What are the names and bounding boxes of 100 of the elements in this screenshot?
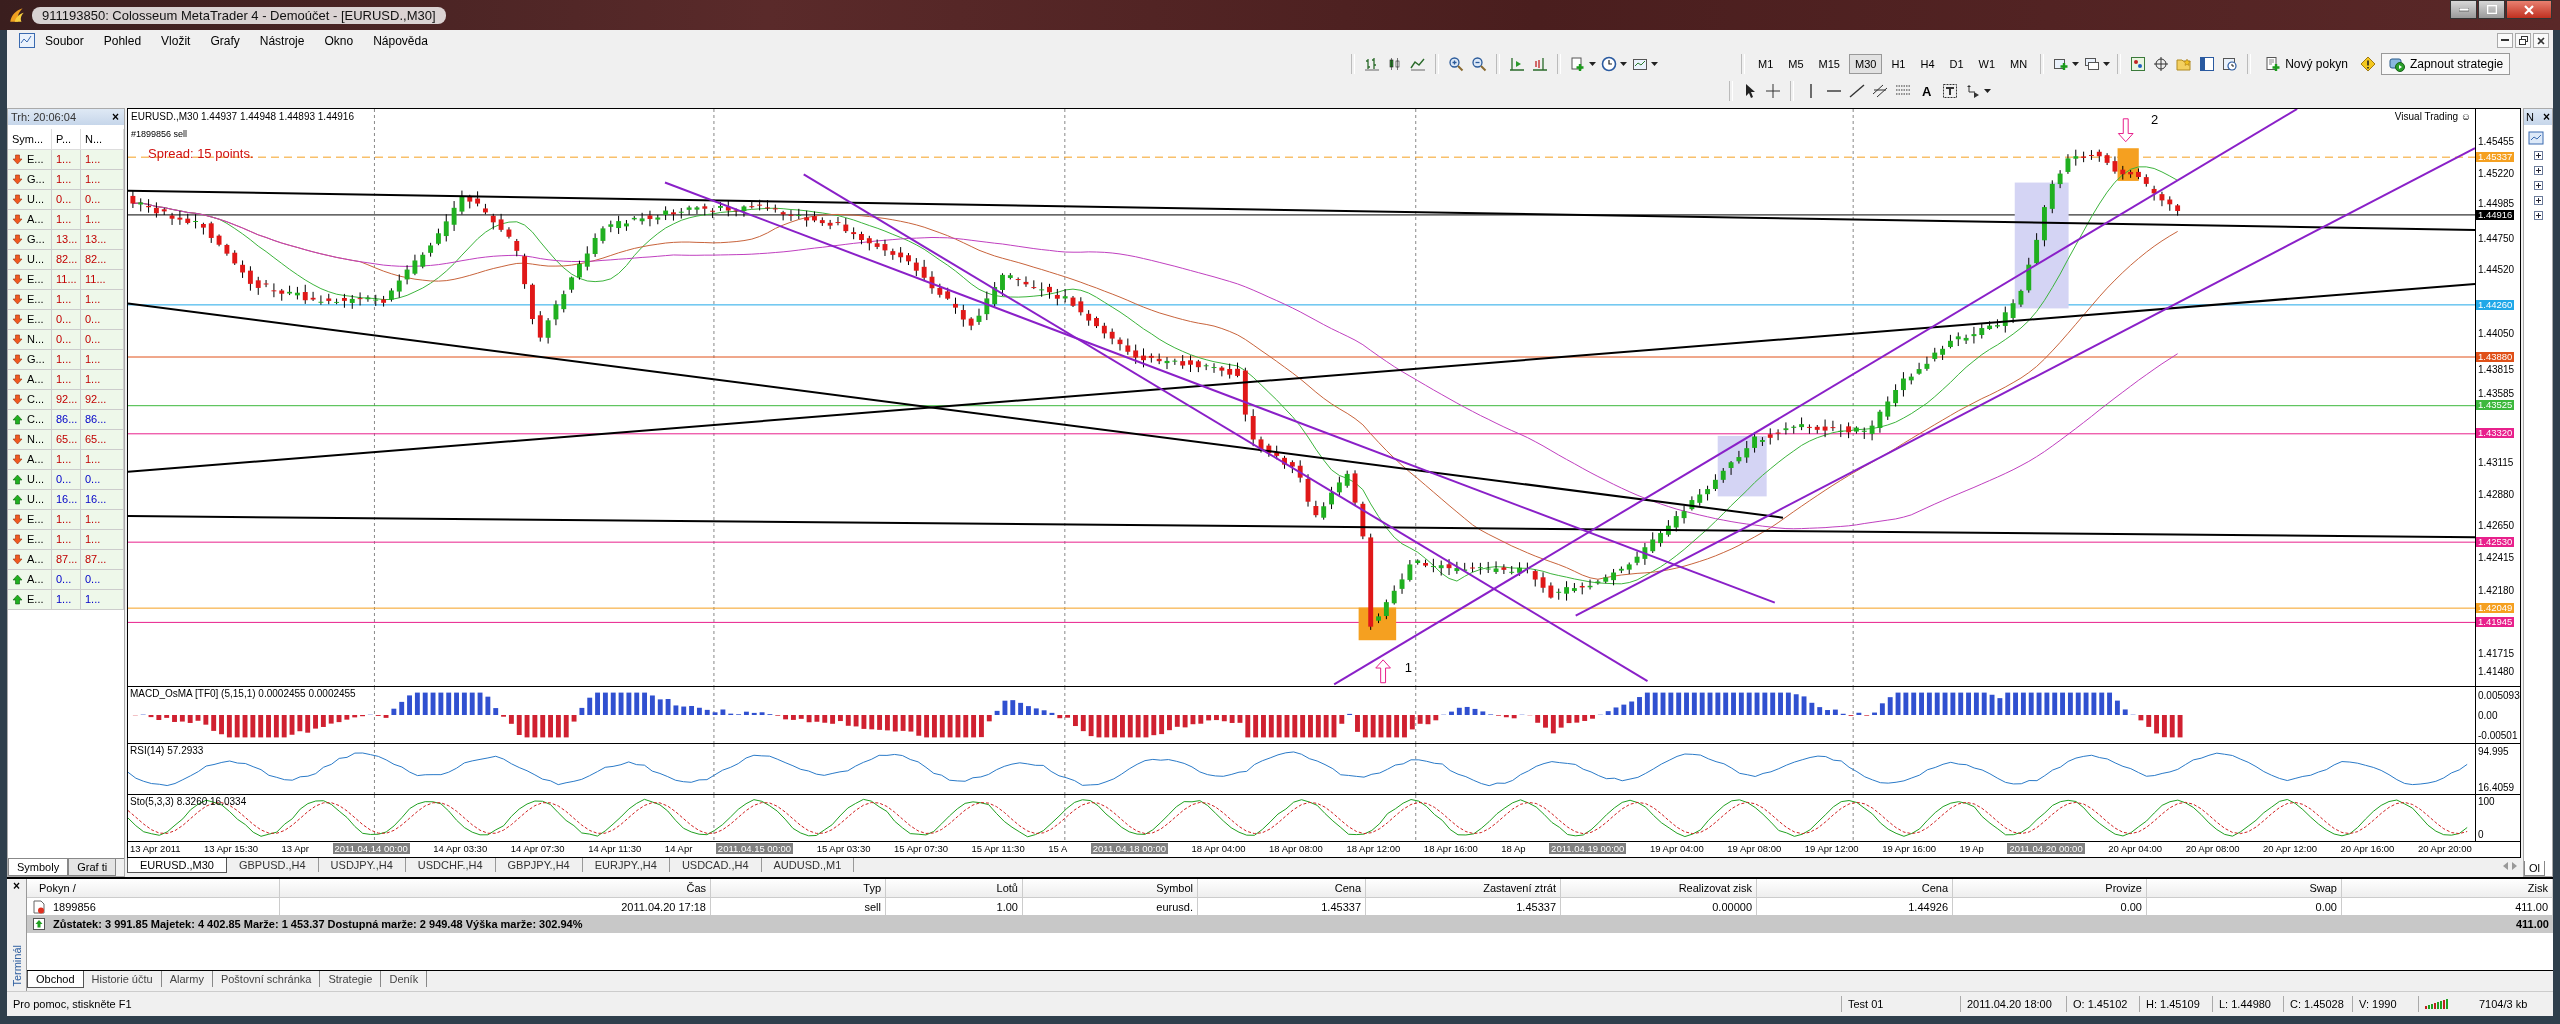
column-header[interactable]: Lotů bbox=[886, 879, 1023, 899]
chart-tab[interactable]: GBPUSD.,H4 bbox=[226, 857, 319, 872]
time-label: 15 A bbox=[1048, 843, 1068, 855]
symbol-name: E... bbox=[27, 313, 44, 326]
column-header[interactable]: Provize bbox=[1953, 879, 2147, 899]
instrument-cell[interactable]: G... bbox=[8, 169, 52, 190]
menu-item[interactable]: Vložit bbox=[151, 32, 201, 50]
timeframe-button[interactable]: H4 bbox=[1914, 54, 1941, 75]
time-label: 15 Apr 03:30 bbox=[816, 843, 871, 855]
price-cell: 1... bbox=[81, 149, 124, 170]
timeframe-button[interactable]: M15 bbox=[1812, 54, 1846, 75]
timeframe-button[interactable]: H1 bbox=[1885, 54, 1912, 75]
instrument-cell[interactable]: E... bbox=[8, 589, 52, 610]
chart-tab[interactable]: EURJPY.,H4 bbox=[582, 857, 670, 872]
instrument-cell[interactable]: A... bbox=[8, 549, 52, 570]
instrument-cell[interactable]: U... bbox=[8, 489, 52, 510]
instrument-cell[interactable]: G... bbox=[8, 349, 52, 370]
column-header[interactable]: Zastavení ztrát bbox=[1366, 879, 1561, 899]
chart-tab[interactable]: USDCHF.,H4 bbox=[405, 857, 496, 872]
close-button[interactable]: × bbox=[110, 109, 121, 124]
timeframe-button[interactable]: MN bbox=[2004, 54, 2034, 75]
column-header[interactable]: P... bbox=[52, 128, 81, 150]
instrument-cell[interactable]: N... bbox=[8, 329, 52, 350]
time-label: 20 Apr 16:00 bbox=[2340, 843, 2395, 855]
instrument-cell[interactable]: G... bbox=[8, 229, 52, 250]
column-header[interactable]: Pokyn / bbox=[27, 879, 280, 899]
price-cell: 13... bbox=[81, 229, 124, 250]
column-header[interactable]: N... bbox=[81, 128, 124, 150]
terminal-tab[interactable]: Obchod bbox=[27, 971, 84, 989]
chart-tab[interactable]: USDCAD.,H4 bbox=[669, 857, 762, 872]
instrument-cell[interactable]: E... bbox=[8, 309, 52, 330]
instrument-cell[interactable]: A... bbox=[8, 449, 52, 470]
panel-tab[interactable]: Graf ti bbox=[68, 859, 117, 877]
chart-tab[interactable]: AUDUSD.,M1 bbox=[761, 857, 855, 872]
status-field: L: 1.44980 bbox=[2212, 996, 2283, 1012]
axis-label: 1.42180 bbox=[2478, 584, 2515, 596]
timeframe-button[interactable]: D1 bbox=[1943, 54, 1970, 75]
close-button[interactable]: × bbox=[2541, 109, 2552, 124]
timeframe-button[interactable]: W1 bbox=[1972, 54, 2002, 75]
price-tag: 1.42049 bbox=[2476, 602, 2515, 613]
close-button[interactable]: × bbox=[11, 879, 22, 894]
axis-label: 1.45455 bbox=[2478, 135, 2515, 147]
price-cell: 1... bbox=[52, 369, 81, 390]
column-header[interactable]: Typ bbox=[711, 879, 886, 899]
menu-item[interactable]: Pohled bbox=[93, 32, 152, 50]
axis-label: 0.005093 bbox=[2478, 689, 2520, 701]
instrument-cell[interactable]: C... bbox=[8, 409, 52, 430]
column-header[interactable]: Čas bbox=[280, 879, 711, 899]
menu-item[interactable]: Nápověda bbox=[363, 32, 438, 50]
instrument-cell[interactable]: C... bbox=[8, 389, 52, 410]
column-header[interactable]: Sym... bbox=[8, 128, 52, 150]
instrument-cell[interactable]: U... bbox=[8, 469, 52, 490]
axis-label: 1.44750 bbox=[2478, 232, 2515, 243]
column-header[interactable]: Cena bbox=[1757, 879, 1953, 899]
timeframe-button[interactable]: M1 bbox=[1752, 54, 1780, 75]
price-cell: 1... bbox=[81, 529, 124, 550]
price-tag: 1.45337 bbox=[2476, 152, 2515, 163]
terminal-tab[interactable]: Historie účtu bbox=[83, 971, 162, 988]
terminal-tab[interactable]: Deník bbox=[381, 971, 428, 988]
terminal-tab[interactable]: Alarmy bbox=[161, 971, 213, 988]
panel-title: Terminál bbox=[10, 945, 23, 988]
terminal-tab[interactable]: Strategie bbox=[320, 971, 382, 988]
menu-item[interactable]: Grafy bbox=[200, 32, 250, 50]
new-order-button[interactable]: Nový pokyn bbox=[2258, 53, 2355, 76]
price-cell: 0... bbox=[52, 189, 81, 210]
timeframe-button[interactable]: M30 bbox=[1848, 54, 1883, 75]
time-label: 18 Apr 12:00 bbox=[1346, 843, 1401, 855]
instrument-cell[interactable]: E... bbox=[8, 289, 52, 310]
chart-tab[interactable]: GBPJPY.,H4 bbox=[495, 857, 583, 872]
strategies-button[interactable]: Zapnout strategie bbox=[2380, 53, 2511, 76]
date-marker: 2011.04.14 00:00 bbox=[332, 843, 410, 855]
instrument-cell[interactable]: E... bbox=[8, 149, 52, 170]
column-header[interactable]: Realizovat zisk bbox=[1561, 879, 1757, 899]
instrument-cell[interactable]: A... bbox=[8, 209, 52, 230]
axis-label: 0 bbox=[2478, 828, 2484, 840]
panel-tab[interactable]: Symboly bbox=[8, 859, 69, 877]
instrument-cell[interactable]: A... bbox=[8, 369, 52, 390]
menu-item[interactable]: Soubor bbox=[35, 32, 94, 50]
instrument-cell[interactable]: A... bbox=[8, 569, 52, 590]
instrument-cell[interactable]: U... bbox=[8, 189, 52, 210]
timeframe-button[interactable]: M5 bbox=[1782, 54, 1810, 75]
panel-tab[interactable]: Ol bbox=[2524, 861, 2545, 877]
instrument-cell[interactable]: E... bbox=[8, 509, 52, 530]
chart-tab[interactable]: USDJPY.,H4 bbox=[318, 857, 406, 872]
column-header[interactable]: Swap bbox=[2147, 879, 2342, 899]
instrument-cell[interactable]: U... bbox=[8, 249, 52, 270]
instrument-cell[interactable]: N... bbox=[8, 429, 52, 450]
column-header[interactable]: Cena bbox=[1198, 879, 1366, 899]
price-tag: 1.44916 bbox=[2476, 209, 2515, 220]
terminal-tab[interactable]: Poštovní schránka bbox=[212, 971, 321, 988]
menu-item[interactable]: Nástroje bbox=[249, 32, 315, 50]
instrument-cell[interactable]: E... bbox=[8, 269, 52, 290]
instrument-cell[interactable]: E... bbox=[8, 529, 52, 550]
text-tool[interactable]: A bbox=[1916, 80, 1938, 103]
axis-label: 94.995 bbox=[2478, 745, 2509, 757]
price-cell: 0... bbox=[52, 329, 81, 350]
symbol-name: U... bbox=[27, 493, 45, 506]
column-header[interactable]: Zisk bbox=[2342, 879, 2553, 899]
column-header[interactable]: Symbol bbox=[1023, 879, 1198, 899]
menu-item[interactable]: Okno bbox=[314, 32, 364, 50]
